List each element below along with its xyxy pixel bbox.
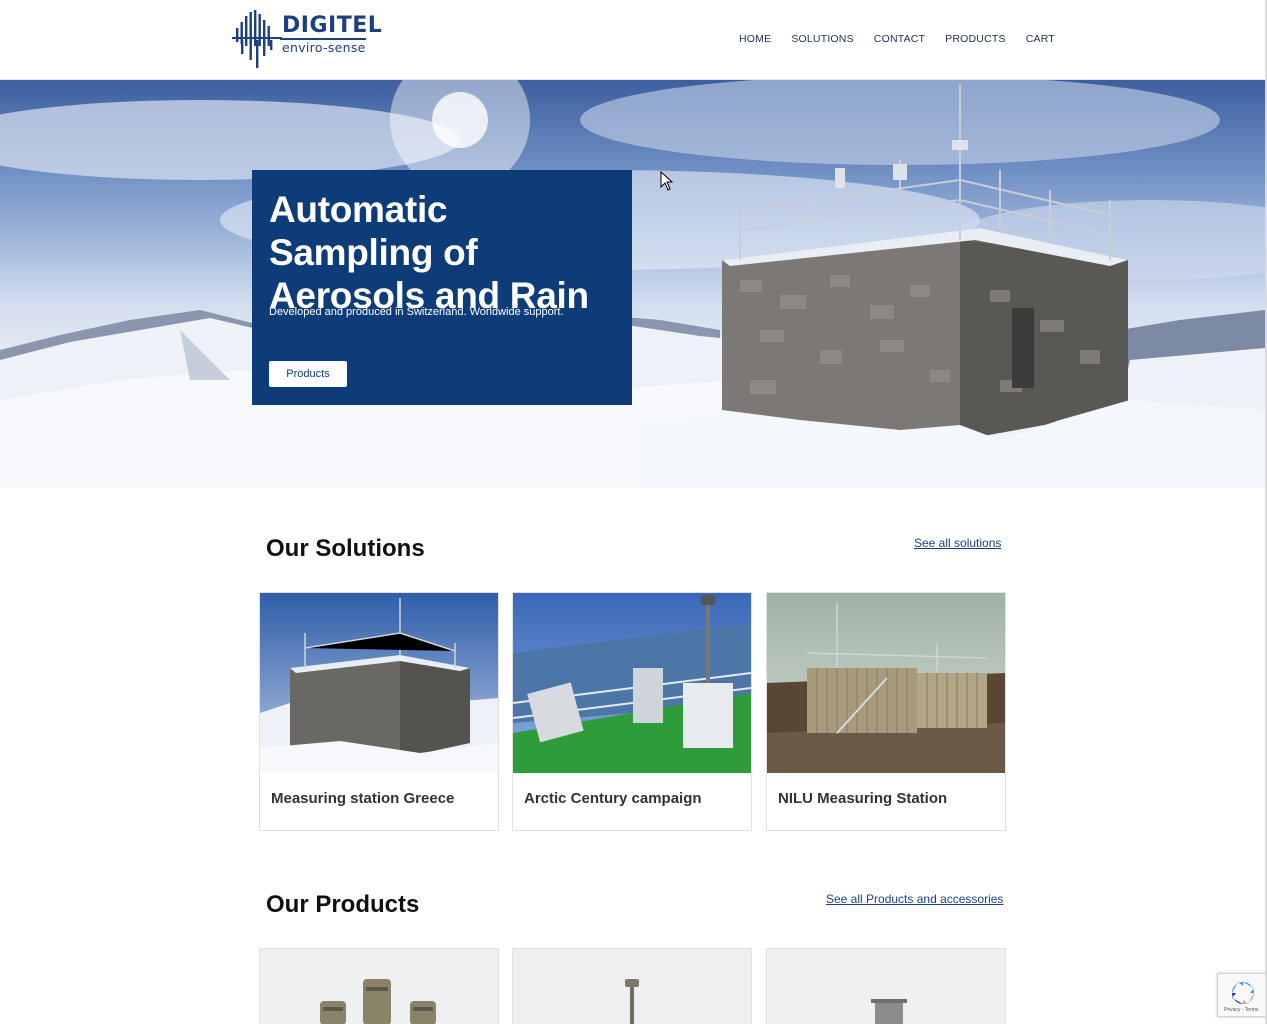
- hero-title: Automatic Sampling of Aerosols and Rain: [269, 189, 589, 316]
- site-header: DIGITEL enviro-sense HOME SOLUTIONS CONT…: [0, 0, 1267, 80]
- hero-background-image: [0, 80, 1265, 488]
- recaptcha-badge[interactable]: Privacy - Terms: [1217, 973, 1267, 1017]
- mouse-cursor-icon: [660, 171, 674, 191]
- product-card-2[interactable]: [512, 948, 752, 1024]
- solution-label-nilu: NILU Measuring Station: [778, 790, 948, 807]
- see-all-solutions-link[interactable]: See all solutions: [914, 536, 1001, 550]
- nav-products[interactable]: PRODUCTS: [945, 33, 1006, 45]
- digitel-logo[interactable]: DIGITEL enviro-sense: [232, 10, 382, 68]
- product-image-1: [260, 949, 498, 1024]
- solution-image-nilu: [767, 593, 1005, 773]
- solution-image-greece: [260, 593, 498, 773]
- products-heading: Our Products: [266, 891, 420, 918]
- hero-banner: Automatic Sampling of Aerosols and Rain …: [0, 80, 1265, 488]
- main-nav: HOME SOLUTIONS CONTACT PRODUCTS CART: [739, 33, 1075, 45]
- nav-contact[interactable]: CONTACT: [874, 33, 925, 45]
- product-image-3: [767, 949, 1005, 1024]
- recaptcha-text[interactable]: Privacy - Terms: [1224, 1007, 1258, 1013]
- hero-subtitle: Developed and produced in Switzerland. W…: [269, 306, 564, 318]
- see-all-products-link[interactable]: See all Products and accessories: [826, 892, 1003, 906]
- solutions-heading: Our Solutions: [266, 535, 425, 562]
- brand-name: DIGITEL: [282, 13, 383, 38]
- nav-cart[interactable]: CART: [1026, 33, 1055, 45]
- product-card-1[interactable]: [259, 948, 499, 1024]
- solution-image-arctic: [513, 593, 751, 773]
- nav-home[interactable]: HOME: [739, 33, 771, 45]
- recaptcha-icon: [1232, 982, 1254, 1004]
- hero-products-button[interactable]: Products: [269, 361, 347, 387]
- solution-label-arctic: Arctic Century campaign: [524, 790, 702, 807]
- brand-tagline: enviro-sense: [282, 40, 366, 55]
- hero-card: Automatic Sampling of Aerosols and Rain …: [252, 170, 632, 405]
- nav-solutions[interactable]: SOLUTIONS: [791, 33, 853, 45]
- solution-label-greece: Measuring station Greece: [271, 790, 455, 807]
- solution-card-arctic[interactable]: Arctic Century campaign: [512, 592, 752, 831]
- solution-card-nilu[interactable]: NILU Measuring Station: [766, 592, 1006, 831]
- logo-mark-icon: [232, 10, 282, 68]
- product-image-2: [513, 949, 751, 1024]
- product-card-3[interactable]: [766, 948, 1006, 1024]
- solution-card-greece[interactable]: Measuring station Greece: [259, 592, 499, 831]
